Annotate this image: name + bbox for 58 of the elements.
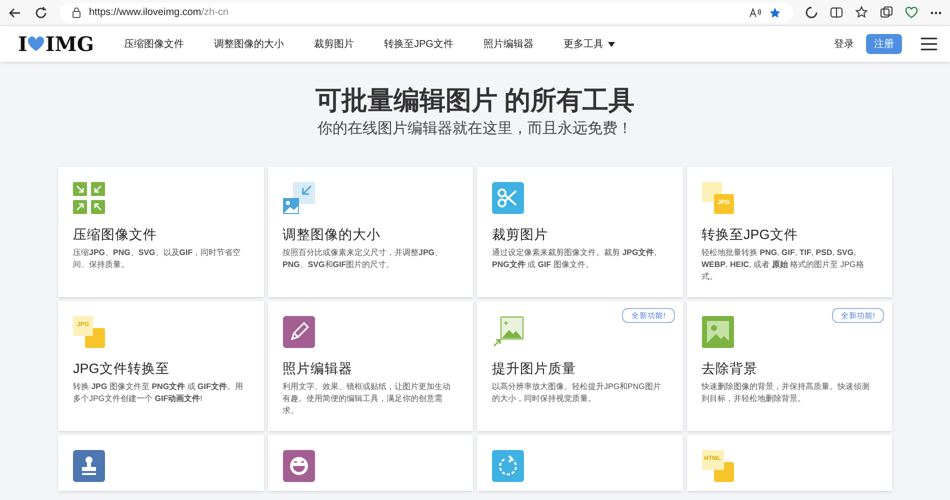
star-icon[interactable] <box>769 6 781 18</box>
tool-card[interactable]: 照片编辑器 利用文字、效果、镜框或贴纸，让图片更加生动有趣。使用简便的编辑工具，满足你的创意需求。 <box>268 300 473 430</box>
tool-card[interactable]: 调整图像的大小 按照百分比或像素来定义尺寸，并调整JPG、PNG、SVG和GIF图片的尺寸。 <box>268 166 473 296</box>
address-bar[interactable]: https://www.iloveimg.com/zh-cn <box>60 2 793 22</box>
tool-title: JPG文件转换至 <box>73 360 170 378</box>
laughing-face-icon <box>282 450 314 482</box>
nav-link[interactable]: 转换至JPG文件 <box>384 36 454 52</box>
logo-text[interactable]: IMG <box>45 29 94 59</box>
tool-description: 快速删除图像的背景，并保持高质量。快速侦测到目标，并轻松地删除背景。 <box>702 380 870 404</box>
tool-description: 按照百分比或像素来定义尺寸，并调整JPG、PNG、SVG和GIF图片的尺寸。 <box>282 246 444 270</box>
lock-icon <box>72 7 81 18</box>
scissors-icon <box>492 182 524 214</box>
image-background-icon <box>702 316 734 348</box>
extension-icon[interactable] <box>805 6 818 19</box>
tool-description: 通过设定像素来裁剪图像文件。裁剪 JPG文件, PNG文件 或 GIF 图像文件。 <box>492 246 658 270</box>
tool-title: 裁剪图片 <box>492 226 549 244</box>
read-aloud-icon[interactable] <box>749 8 761 18</box>
tool-card[interactable] <box>58 434 264 490</box>
back-icon[interactable] <box>8 6 22 20</box>
nav-link[interactable]: 照片编辑器 <box>483 36 534 52</box>
nav-link[interactable]: 裁剪图片 <box>314 36 354 52</box>
tool-card[interactable] <box>268 434 473 490</box>
tool-description: 利用文字、效果、镜框或贴纸，让图片更加生动有趣。使用简便的编辑工具，满足你的创意需求。 <box>282 380 452 416</box>
nav-link[interactable]: 调整图像的大小 <box>214 36 284 52</box>
stamp-icon <box>73 450 105 482</box>
resize-icon <box>282 182 314 214</box>
tool-card[interactable]: 压缩图像文件 压缩JPG、PNG、SVG、以及GIF，同时节省空间、保持质量。 <box>58 166 264 296</box>
tool-description: 转换 JPG 图像文件至 PNG文件 或 GIF文件。用多个JPG文件创建一个 GIF动画文件! <box>73 380 244 404</box>
pencil-icon <box>282 316 314 348</box>
tool-description: 压缩JPG、PNG、SVG、以及GIF，同时节省空间、保持质量。 <box>73 246 242 270</box>
url-text: https://www.iloveimg.com/zh-cn <box>89 6 228 20</box>
tool-title: 提升图片质量 <box>492 360 577 378</box>
heart-pulse-icon[interactable] <box>905 6 918 19</box>
image-upscale-icon <box>492 316 524 348</box>
rotate-icon <box>492 450 524 482</box>
tool-title: 转换至JPG文件 <box>702 226 799 244</box>
collections-icon[interactable] <box>880 6 893 19</box>
menu-icon[interactable] <box>920 37 938 51</box>
tool-title: 照片编辑器 <box>282 360 354 378</box>
more-options-icon[interactable] <box>930 10 942 14</box>
more-tools-dropdown[interactable]: 更多工具 <box>563 36 616 52</box>
compress-icon <box>73 182 105 214</box>
nav-link[interactable]: 压缩图像文件 <box>124 36 184 52</box>
refresh-icon[interactable] <box>34 6 48 20</box>
logo-text[interactable]: I <box>18 29 28 59</box>
favorites-icon[interactable] <box>855 6 868 19</box>
tool-description: 轻松地批量转换 PNG, GIF, TIF, PSD, SVG, WEBP, HEIC, 或者 原始 格式的图片至 JPG格式。 <box>702 246 865 282</box>
tool-title: 调整图像的大小 <box>282 226 382 244</box>
split-screen-icon[interactable] <box>830 6 843 19</box>
tool-title: 去除背景 <box>702 360 758 378</box>
tool-description: 以高分辨率放大图像。轻松提升JPG和PNG图片的大小，同时保持视觉质量。 <box>492 380 662 404</box>
tool-card[interactable]: 裁剪图片 通过设定像素来裁剪图像文件。裁剪 JPG文件, PNG文件 或 GIF 图像文件。 <box>477 166 682 296</box>
hero-title: 可批量编辑图片 的所有工具 <box>315 84 635 116</box>
login-link[interactable]: 登录 <box>834 36 854 52</box>
caret-icon <box>608 42 616 46</box>
tool-title: 压缩图像文件 <box>73 226 158 244</box>
heart-icon <box>27 36 46 52</box>
hero-subtitle: 你的在线图片编辑器就在这里，而且永远免费！ <box>318 119 632 139</box>
